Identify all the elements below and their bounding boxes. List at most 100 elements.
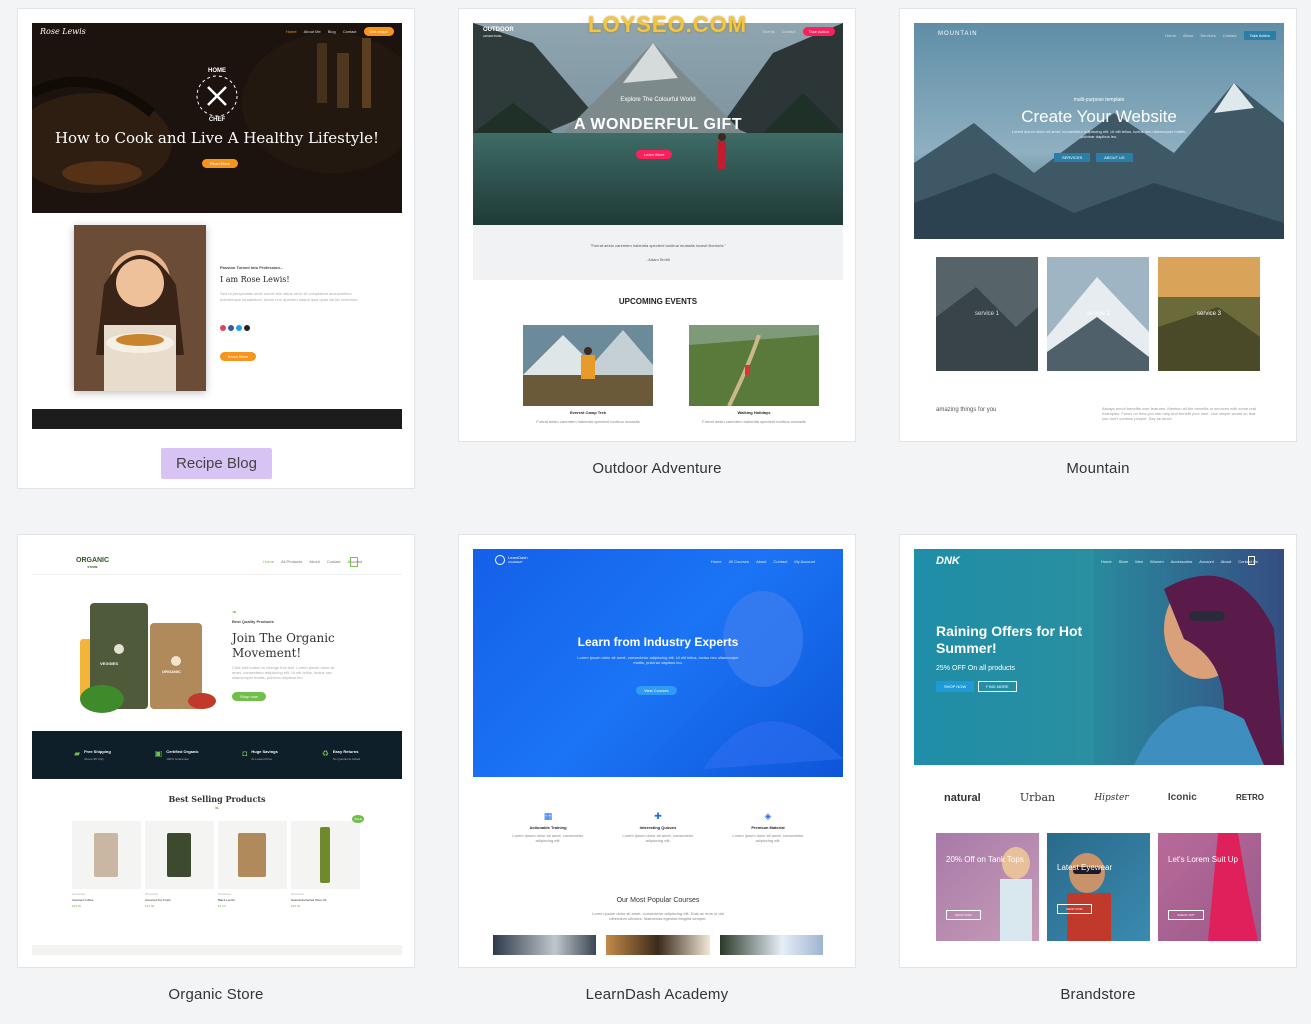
recipe-nav-blog[interactable]: Blog [328,29,336,34]
brandstore-nav-store[interactable]: Store [1119,559,1129,564]
product-card[interactable]: Groceries Assorted Coffee £35.00 [72,821,141,908]
brand-logo[interactable]: RETRO [1236,793,1264,802]
brandstore-nav-accessories[interactable]: Accessories [1171,559,1193,564]
product-category: Groceries [218,892,232,896]
feature-title: Actionable Training [529,825,567,830]
brandstore-logo[interactable]: DNK [936,555,960,567]
brandstore-nav-about[interactable]: About [1221,559,1231,564]
organic-nav-products[interactable]: All Products [281,559,302,564]
organic-nav-contact[interactable]: Contact [327,559,341,564]
facebook-icon[interactable] [228,325,234,331]
twitter-icon[interactable] [236,325,242,331]
recipe-nav-home[interactable]: Home [286,29,297,34]
learndash-logo[interactable]: LearnDash ACADEMY [495,555,528,565]
mountain-about-button[interactable]: ABOUT US [1096,153,1133,162]
brandstore-find-button[interactable]: FIND MORE [978,681,1017,692]
recipe-logo[interactable]: Rose Lewis [40,27,86,36]
learndash-preview[interactable]: LearnDash ACADEMY Home All Courses About … [473,549,843,955]
outdoor-hero-button[interactable]: Learn More [636,150,673,159]
promo-button[interactable]: SHOP NOW [946,910,981,920]
learndash-view-courses-button[interactable]: View Courses [636,686,677,695]
product-card[interactable]: Groceries Black Lentils £6.00 [218,821,287,908]
organic-nav-about[interactable]: About [309,559,319,564]
learndash-courses-title: Our Most Popular Courses [616,897,700,904]
mountain-nav-home[interactable]: Home [1165,33,1176,38]
outdoor-logo[interactable]: OUTDOOR ADVENTURE [483,27,514,39]
product-card[interactable]: SALE Groceries Natural Extracted Olive O… [291,815,364,908]
service-card[interactable]: service 3 [1158,257,1260,371]
outdoor-nav-cta[interactable]: Take Action [802,27,835,36]
template-card-outdoor-adventure[interactable]: OUTDOOR ADVENTURE Events Contact Take Ac… [458,8,856,477]
social-icons [220,325,250,331]
mountain-nav-cta[interactable]: Take Action [1243,31,1276,40]
learndash-nav-contact[interactable]: Contact [774,559,788,564]
promo-card[interactable]: 20% Off on Tank Tops SHOP NOW [936,833,1039,941]
tiktok-icon[interactable] [244,325,250,331]
brandstore-hero-sub: 25% OFF On all products [936,665,1015,672]
brand-logo[interactable]: Urban [1020,791,1055,804]
promo-button[interactable]: CHECK OUT [1168,910,1204,920]
event-card[interactable]: Walking Holidays Fuerat aestu carentem h… [689,325,819,424]
mountain-nav-about[interactable]: About [1183,33,1193,38]
recipe-bio: Sed ut perspiciatis unde omnis iste natu… [220,291,359,302]
promo-button[interactable]: SHOP NOW [1057,904,1092,914]
template-card-brandstore[interactable]: DNK Home Store Men Women Accessories Acc… [899,534,1297,1003]
instagram-icon[interactable] [220,325,226,331]
outdoor-preview[interactable]: OUTDOOR ADVENTURE Events Contact Take Ac… [473,23,843,429]
brand-logo[interactable]: natural [944,792,981,804]
organic-products-title: Best Selling Products [168,794,266,804]
organic-hero-title: Join The Organic Movement! [232,631,335,660]
organic-shop-button[interactable]: Shop now [232,692,266,701]
brandstore-nav-account[interactable]: Account [1199,559,1213,564]
promo-card[interactable]: Latest Eyewear SHOP NOW [1047,833,1150,941]
recipe-preview[interactable]: Rose Lewis Home About Me Blog Contact Ge… [32,23,402,429]
outdoor-nav-events[interactable]: Events [763,29,775,34]
learndash-nav-about[interactable]: About [756,559,766,564]
mountain-services-button[interactable]: SERVICES [1054,153,1091,162]
recipe-nav-contact[interactable]: Contact [343,29,357,34]
learndash-nav-courses[interactable]: All Courses [729,559,749,564]
template-card-learndash-academy[interactable]: LearnDash ACADEMY Home All Courses About … [458,534,856,1003]
service-card[interactable]: service 1 [936,257,1038,371]
organic-preview[interactable]: ORGANIC STORE Home All Products About Co… [32,549,402,955]
brandstore-nav-home[interactable]: Home [1101,559,1112,564]
cart-icon[interactable] [1248,556,1255,565]
brand-logo[interactable]: Iconic [1168,792,1197,803]
recipe-know-more-button[interactable]: Know More [220,352,257,361]
brandstore-nav-men[interactable]: Men [1135,559,1143,564]
visit-full-site-overlay[interactable]: Recipe Blog [161,448,272,479]
organic-feature-band: ▰ Free Shipping Above $5 Only ▣ Certified… [32,731,402,779]
promo-card[interactable]: Let's Lorem Suit Up CHECK OUT [1158,833,1261,941]
learndash-nav-home[interactable]: Home [711,559,722,564]
outdoor-quote-band: "Fuerat aestu carentem habentia spectent… [473,225,843,280]
organic-logo[interactable]: ORGANIC STORE [76,557,109,571]
course-thumbnail[interactable] [606,935,710,955]
mountain-nav-contact[interactable]: Contact [1223,33,1237,38]
leaf-icon: ❧ [232,610,238,616]
feature-title: Free Shipping [84,749,111,754]
outdoor-nav-contact[interactable]: Contact [782,29,796,34]
recipe-hero-button[interactable]: Read More [202,159,238,168]
template-card-recipe-blog[interactable]: Rose Lewis Home About Me Blog Contact Ge… [17,8,415,489]
learndash-nav-account[interactable]: My Account [794,559,815,564]
template-card-organic-store[interactable]: ORGANIC STORE Home All Products About Co… [17,534,415,1003]
template-card-mountain[interactable]: MOUNTAIN Home About Services Contact Tak… [899,8,1297,477]
feature-title: Premium Material [751,825,785,830]
service-card[interactable]: service 2 [1047,257,1149,371]
recipe-nav-cta[interactable]: Get recipe [363,27,394,36]
event-card[interactable]: Everest Camp Trek Fuerat aestu carentem … [523,325,653,424]
organic-nav-home[interactable]: Home [263,559,274,564]
mountain-preview[interactable]: MOUNTAIN Home About Services Contact Tak… [914,23,1284,429]
mountain-logo[interactable]: MOUNTAIN [938,31,978,37]
mountain-nav-services[interactable]: Services [1200,33,1215,38]
brandstore-shop-button[interactable]: SHOP NOW [936,681,975,692]
course-thumbnail[interactable] [493,935,597,955]
brand-logo[interactable]: Hipster [1094,793,1128,803]
brandstore-nav-women[interactable]: Women [1150,559,1164,564]
brandstore-preview[interactable]: DNK Home Store Men Women Accessories Acc… [914,549,1284,955]
card-label: Brandstore [1060,986,1136,1003]
cart-icon[interactable] [350,557,358,567]
product-card[interactable]: Groceries Assorted Dry Fruits £15.00 [145,821,214,908]
course-thumbnail[interactable] [719,935,823,955]
recipe-nav-about[interactable]: About Me [304,29,321,34]
